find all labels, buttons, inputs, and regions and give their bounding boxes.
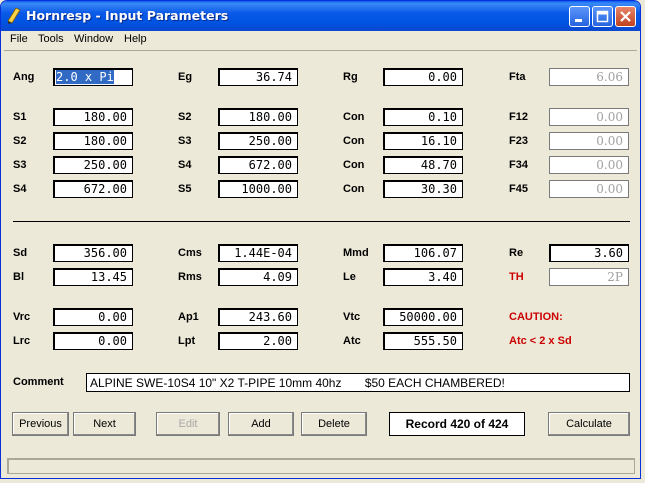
- label-s3-upper: S3: [178, 135, 192, 147]
- label-eg: Eg: [178, 71, 193, 83]
- field-s2-upper[interactable]: 180.00: [218, 108, 298, 126]
- label-s3: S3: [13, 159, 27, 171]
- field-sd[interactable]: 356.00: [53, 244, 133, 262]
- maximize-icon: [596, 10, 609, 23]
- field-bl[interactable]: 13.45: [53, 268, 133, 286]
- menu-file[interactable]: File: [10, 33, 28, 45]
- field-con4[interactable]: 30.30: [383, 180, 463, 198]
- label-f12: F12: [509, 111, 528, 123]
- caution-title: CAUTION:: [509, 311, 563, 323]
- status-pane: [7, 458, 635, 474]
- add-button[interactable]: Add: [228, 412, 294, 436]
- field-con3[interactable]: 48.70: [383, 156, 463, 174]
- delete-button[interactable]: Delete: [301, 412, 367, 436]
- label-s5: S5: [178, 183, 192, 195]
- minimize-button[interactable]: [569, 6, 590, 27]
- calculate-button[interactable]: Calculate: [548, 412, 630, 436]
- label-vtc: Vtc: [343, 311, 361, 323]
- label-re: Re: [509, 247, 524, 259]
- label-atc: Atc: [343, 335, 361, 347]
- minimize-icon: [575, 19, 582, 22]
- label-ang: Ang: [13, 71, 35, 83]
- caution-message: Atc < 2 x Sd: [509, 335, 572, 347]
- field-mmd[interactable]: 106.07: [383, 244, 463, 262]
- label-lrc: Lrc: [13, 335, 31, 347]
- edit-button[interactable]: Edit: [156, 412, 220, 436]
- field-cms[interactable]: 1.44E-04: [218, 244, 298, 262]
- label-rg: Rg: [343, 71, 358, 83]
- field-f45: 0.00: [549, 180, 629, 198]
- menu-help[interactable]: Help: [124, 33, 147, 45]
- field-ang-value: 2.0 x Pi: [56, 70, 114, 84]
- label-s2-upper: S2: [178, 111, 192, 123]
- label-s1: S1: [13, 111, 27, 123]
- field-rg[interactable]: 0.00: [383, 68, 463, 86]
- main-window: Hornresp - Input Parameters File Tools W…: [0, 0, 641, 479]
- maximize-button[interactable]: [592, 6, 613, 27]
- field-lpt[interactable]: 2.00: [218, 332, 298, 350]
- previous-button[interactable]: Previous: [12, 412, 69, 436]
- field-rms[interactable]: 4.09: [218, 268, 298, 286]
- field-s5[interactable]: 1000.00: [218, 180, 298, 198]
- label-f45: F45: [509, 183, 528, 195]
- label-con3: Con: [343, 159, 365, 171]
- label-f34: F34: [509, 159, 528, 171]
- label-ap1: Ap1: [178, 311, 199, 323]
- label-lpt: Lpt: [178, 335, 196, 347]
- label-le: Le: [343, 271, 356, 283]
- field-s1[interactable]: 180.00: [53, 108, 133, 126]
- menu-bar: File Tools Window Help: [4, 31, 639, 50]
- pencil-icon: [7, 8, 21, 24]
- field-f34: 0.00: [549, 156, 629, 174]
- label-s2: S2: [13, 135, 27, 147]
- field-ap1[interactable]: 243.60: [218, 308, 298, 326]
- field-atc[interactable]: 555.50: [383, 332, 463, 350]
- title-bar[interactable]: Hornresp - Input Parameters: [1, 1, 640, 31]
- field-s4-upper[interactable]: 672.00: [218, 156, 298, 174]
- label-f23: F23: [509, 135, 528, 147]
- field-con1[interactable]: 0.10: [383, 108, 463, 126]
- field-vtc[interactable]: 50000.00: [383, 308, 463, 326]
- label-mmd: Mmd: [343, 247, 369, 259]
- label-vrc: Vrc: [13, 311, 31, 323]
- field-fta: 6.06: [549, 68, 629, 86]
- field-s4[interactable]: 672.00: [53, 180, 133, 198]
- label-s4-upper: S4: [178, 159, 192, 171]
- menu-window[interactable]: Window: [74, 33, 113, 45]
- field-eg[interactable]: 36.74: [218, 68, 298, 86]
- label-cms: Cms: [178, 247, 202, 259]
- label-fta: Fta: [509, 71, 526, 83]
- field-th: 2P: [549, 268, 629, 286]
- field-lrc[interactable]: 0.00: [53, 332, 133, 350]
- field-re[interactable]: 3.60: [549, 244, 629, 262]
- label-bl: Bl: [13, 271, 24, 283]
- section-divider: [13, 221, 630, 222]
- field-le[interactable]: 3.40: [383, 268, 463, 286]
- record-indicator: Record 420 of 424: [389, 412, 525, 436]
- window-title: Hornresp - Input Parameters: [26, 8, 229, 23]
- comment-label: Comment: [13, 376, 64, 388]
- field-vrc[interactable]: 0.00: [53, 308, 133, 326]
- label-con4: Con: [343, 183, 365, 195]
- field-f23: 0.00: [549, 132, 629, 150]
- menu-tools[interactable]: Tools: [38, 33, 64, 45]
- field-con2[interactable]: 16.10: [383, 132, 463, 150]
- label-con1: Con: [343, 111, 365, 123]
- field-s3-upper[interactable]: 250.00: [218, 132, 298, 150]
- label-s4: S4: [13, 183, 27, 195]
- label-sd: Sd: [13, 247, 28, 259]
- parameters-panel: Ang 2.0 x Pi Eg 36.74 Rg 0.00 Fta 6.06 S…: [4, 50, 637, 455]
- status-bar: [4, 456, 637, 477]
- label-th: TH: [509, 271, 524, 283]
- comment-field[interactable]: ALPINE SWE-10S4 10" X2 T-PIPE 10mm 40hz …: [86, 373, 630, 392]
- field-s3[interactable]: 250.00: [53, 156, 133, 174]
- next-button[interactable]: Next: [73, 412, 136, 436]
- close-icon: [620, 11, 631, 22]
- close-button[interactable]: [615, 6, 636, 27]
- field-s2[interactable]: 180.00: [53, 132, 133, 150]
- label-con2: Con: [343, 135, 365, 147]
- field-f12: 0.00: [549, 108, 629, 126]
- field-ang[interactable]: 2.0 x Pi: [53, 68, 133, 86]
- label-rms: Rms: [178, 271, 202, 283]
